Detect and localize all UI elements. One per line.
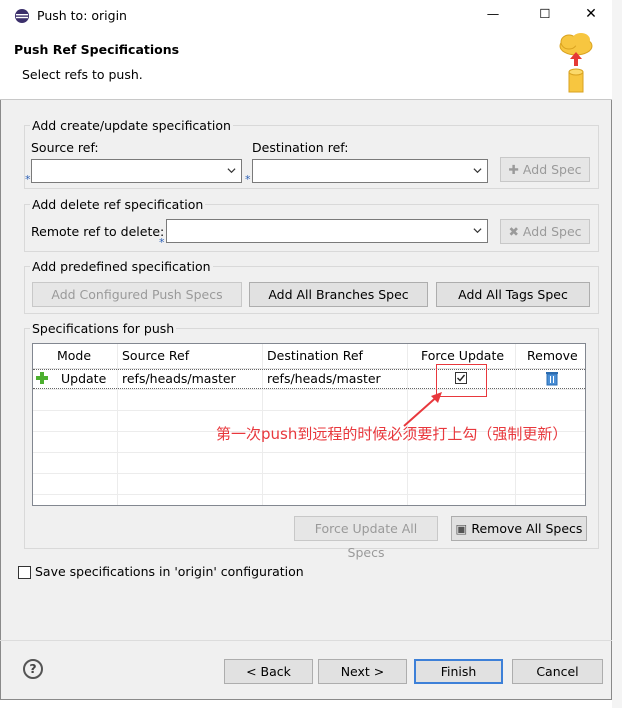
window-title: Push to: origin — [37, 8, 127, 23]
maximize-button[interactable]: ☐ — [530, 6, 560, 21]
add-all-branches-spec-button[interactable]: Add All Branches Spec — [249, 282, 428, 307]
add-configured-push-specs-button[interactable]: Add Configured Push Specs — [32, 282, 242, 307]
annotation-text: 第一次push到远程的时候必须要打上勾（强制更新） — [216, 425, 568, 443]
source-ref-combo[interactable] — [31, 159, 242, 183]
back-button[interactable]: < Back — [224, 659, 313, 684]
add-all-tags-spec-button[interactable]: Add All Tags Spec — [436, 282, 590, 307]
save-config-checkbox[interactable] — [18, 566, 31, 579]
plus-icon: ✚ — [508, 162, 519, 177]
cancel-button[interactable]: Cancel — [512, 659, 603, 684]
remote-ref-label: Remote ref to delete: — [31, 224, 165, 239]
destination-ref-combo[interactable] — [252, 159, 488, 183]
close-button[interactable]: ✕ — [576, 6, 606, 22]
predefined-label: Add predefined specification — [30, 259, 213, 274]
footer-divider — [0, 640, 612, 641]
chevron-down-icon — [473, 168, 482, 174]
create-update-label: Add create/update specification — [30, 118, 233, 133]
add-spec-label: Add Spec — [522, 224, 582, 239]
help-icon[interactable]: ? — [23, 659, 43, 679]
chevron-down-icon — [227, 168, 236, 174]
row-mode: Update — [61, 371, 107, 386]
cloud-push-icon — [556, 32, 596, 98]
required-marker: * — [159, 236, 165, 249]
column-header-destination-ref[interactable]: Destination Ref — [267, 344, 363, 368]
column-header-mode[interactable]: Mode — [57, 344, 91, 368]
save-config-label: Save specifications in 'origin' configur… — [35, 564, 304, 579]
background-window-edge — [612, 0, 622, 708]
wizard-header: Push Ref Specifications Select refs to p… — [0, 32, 612, 100]
source-ref-label: Source ref: — [31, 140, 99, 155]
eclipse-icon — [14, 8, 30, 24]
table-row[interactable]: Update refs/heads/master refs/heads/mast… — [33, 369, 585, 389]
minimize-button[interactable]: — — [478, 6, 508, 21]
specs-for-push-label: Specifications for push — [30, 321, 177, 336]
remote-ref-combo[interactable] — [166, 219, 488, 243]
add-spec-label: Add Spec — [522, 162, 582, 177]
add-spec-button[interactable]: ✚ Add Spec — [500, 157, 590, 182]
column-header-remove[interactable]: Remove — [527, 344, 578, 368]
destination-ref-label: Destination ref: — [252, 140, 349, 155]
add-row-icon — [35, 371, 49, 385]
delete-ref-label: Add delete ref specification — [30, 197, 206, 212]
page-subtitle: Select refs to push. — [22, 67, 143, 82]
add-delete-spec-button[interactable]: ✖ Add Spec — [500, 219, 590, 244]
page-title: Push Ref Specifications — [14, 42, 180, 57]
required-marker: * — [25, 173, 31, 186]
remove-all-label: Remove All Specs — [471, 521, 583, 536]
title-bar: Push to: origin — ☐ ✕ — [0, 0, 612, 32]
force-update-all-specs-button[interactable]: Force Update All Specs — [294, 516, 438, 560]
delete-x-icon: ✖ — [508, 224, 519, 239]
remove-all-specs-button[interactable]: ▣ Remove All Specs — [451, 516, 587, 541]
next-button[interactable]: Next > — [318, 659, 407, 684]
chevron-down-icon — [473, 228, 482, 234]
trash-icon[interactable] — [545, 371, 559, 386]
required-marker: * — [245, 173, 251, 186]
row-destination-ref: refs/heads/master — [267, 371, 381, 386]
remove-all-icon: ▣ — [455, 521, 468, 536]
finish-button[interactable]: Finish — [414, 659, 503, 684]
row-source-ref: refs/heads/master — [122, 371, 236, 386]
column-header-source-ref[interactable]: Source Ref — [122, 344, 189, 368]
